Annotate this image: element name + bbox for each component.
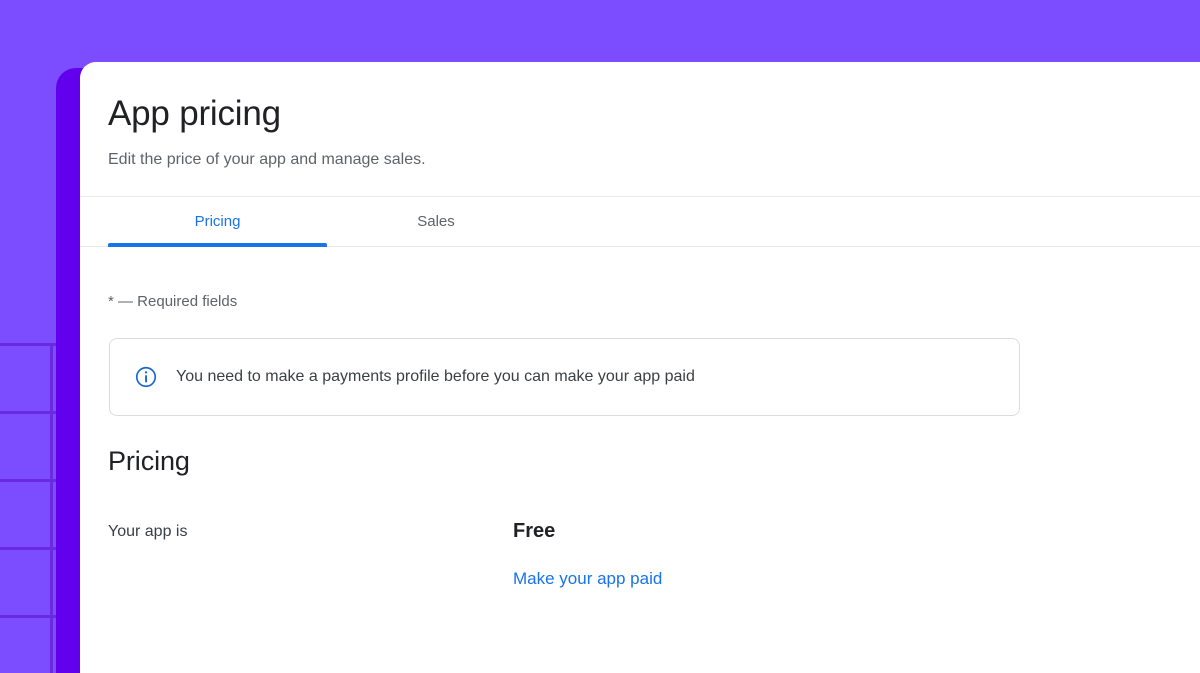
pricing-row-label: Your app is (108, 523, 188, 540)
tab-sales[interactable]: Sales (327, 197, 545, 246)
tab-pricing[interactable]: Pricing (108, 197, 327, 247)
make-app-paid-link[interactable]: Make your app paid (513, 568, 662, 590)
info-banner-message: You need to make a payments profile befo… (176, 368, 695, 385)
pricing-row-value: Free Make your app paid (513, 518, 1200, 590)
pricing-section-heading: Pricing (108, 446, 190, 476)
pricing-row: Your app is Free Make your app paid (80, 478, 1200, 590)
tab-bar: Pricing Sales (80, 196, 1200, 247)
payments-profile-info-banner: You need to make a payments profile befo… (109, 338, 1020, 416)
decorative-grid-vertical-line (50, 343, 53, 673)
required-fields-note: * — Required fields (108, 293, 238, 310)
page-subtitle: Edit the price of your app and manage sa… (108, 151, 426, 168)
app-price-status: Free (513, 520, 556, 542)
page-title: App pricing (108, 94, 281, 133)
info-circle-icon (135, 366, 157, 388)
app-pricing-card: App pricing Edit the price of your app a… (80, 62, 1200, 673)
